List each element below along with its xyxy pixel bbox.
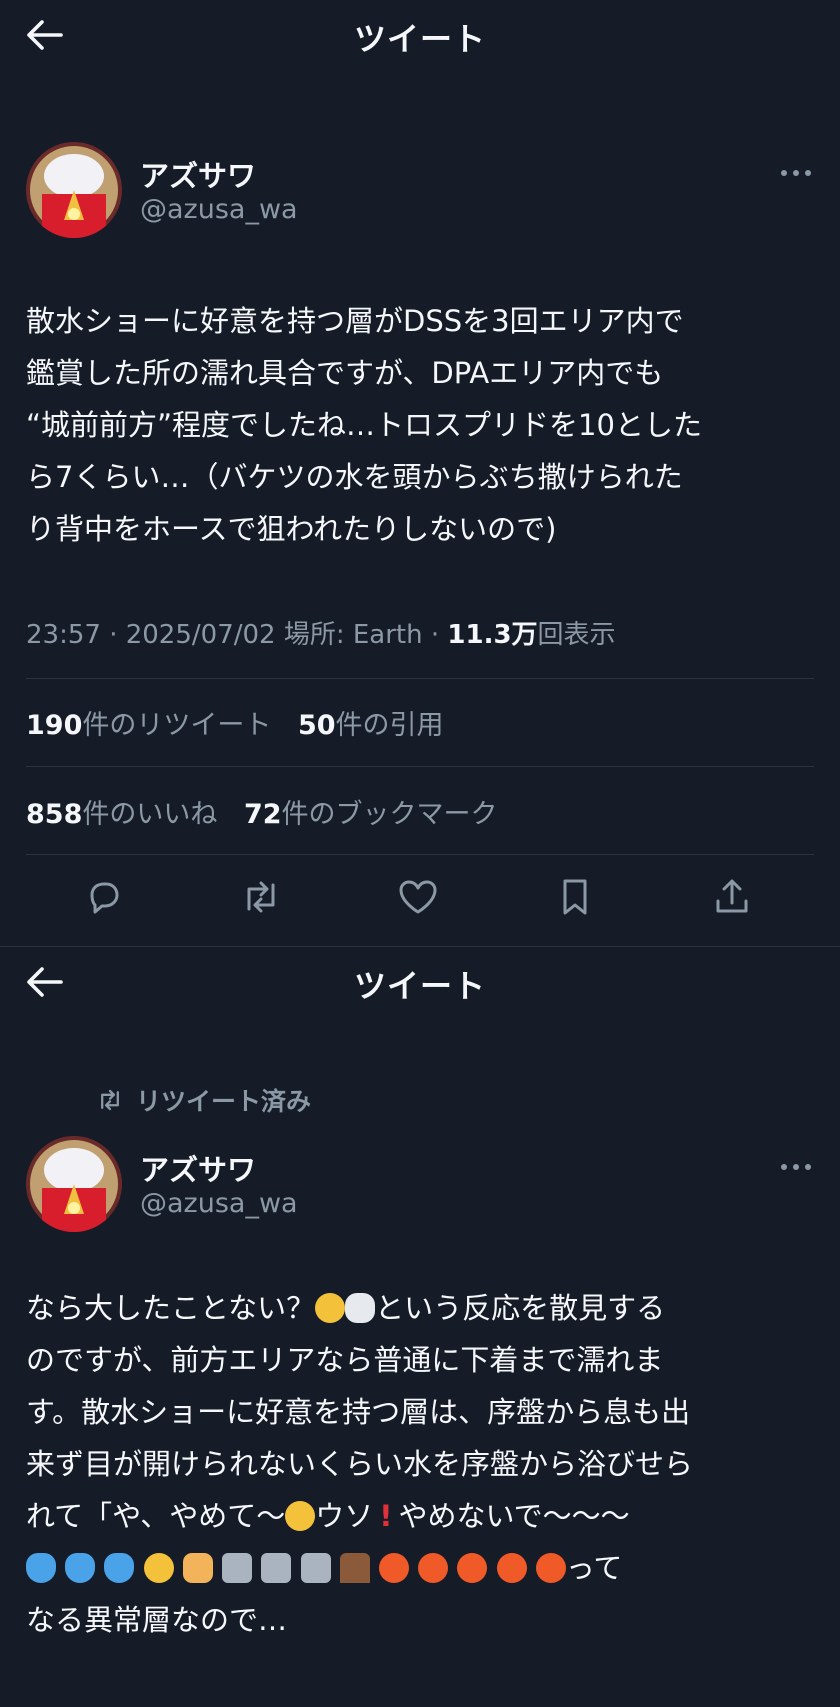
header: ツイート	[0, 947, 840, 1017]
retweet-icon	[247, 881, 275, 913]
author-handle: @azusa_wa	[140, 1188, 298, 1219]
tweet-line: す。散水ショーに好意を持つ層は、序盤から息も出	[26, 1395, 691, 1429]
tweet-line: れて「や、やめて〜 ウソ! やめないで〜〜〜	[26, 1499, 630, 1533]
crying-face-emoji-icon	[143, 1553, 174, 1583]
reply-icon	[90, 882, 119, 914]
red-exclamation-emoji-icon: !	[379, 1499, 393, 1533]
bookmark-button[interactable]	[550, 872, 600, 922]
retweet-button[interactable]	[236, 872, 286, 922]
sweat-droplets-emoji-icon	[65, 1553, 96, 1583]
tweet-detail-panel-1: ツイート アズサワ @azusa_wa 散水ショーに好意を持つ層がDSSを3回エ…	[0, 0, 840, 946]
retweeted-label: リツイート済み	[136, 1087, 312, 1116]
screen: ツイート アズサワ @azusa_wa 散水ショーに好意を持つ層がDSSを3回エ…	[0, 0, 840, 1707]
more-icon	[781, 1164, 811, 1170]
divider	[26, 678, 814, 679]
author-name: アズサワ	[140, 1153, 257, 1187]
tweet-line: のですが、前方エリアなら普通に下着まで濡れま	[26, 1343, 664, 1377]
tired-face-emoji-icon	[285, 1501, 316, 1531]
avatar[interactable]	[26, 142, 122, 238]
tweet-meta: 23:57 · 2025/07/02 場所: Earth · 11.3万回表示	[26, 614, 616, 651]
tweet-text: 散水ショーに好意を持つ層がDSSを3回エリア内で 鑑賞した所の濡れ具合ですが、D…	[26, 304, 702, 546]
more-icon	[781, 170, 811, 176]
stats-row-retweets: 190件のリツイート 50件の引用	[26, 703, 462, 742]
collision-emoji-icon	[535, 1553, 566, 1583]
sweat-droplets-emoji-icon	[104, 1553, 135, 1583]
retweets-stat[interactable]: 190件のリツイート	[26, 703, 271, 742]
like-button[interactable]	[393, 872, 443, 922]
retweet-icon	[101, 1089, 119, 1111]
header: ツイート	[0, 0, 840, 70]
author-handle: @azusa_wa	[140, 194, 298, 225]
bookmark-icon	[563, 879, 587, 915]
tweet-line: 来ず目が開けられないくらい水を序盤から浴びせら	[26, 1447, 694, 1481]
like-icon	[399, 880, 437, 914]
more-button[interactable]	[776, 158, 816, 188]
sweat-droplets-emoji-icon	[26, 1553, 56, 1583]
shower-emoji-icon	[261, 1553, 292, 1583]
page-title: ツイート	[353, 20, 486, 58]
stats-row-likes: 858件のいいね 72件のブックマーク	[26, 792, 516, 831]
likes-stat[interactable]: 858件のいいね	[26, 792, 217, 831]
divider	[26, 854, 814, 855]
tweet-line: なる異常層なので…	[26, 1603, 288, 1637]
bookmarks-stat[interactable]: 72件のブックマーク	[244, 792, 498, 831]
reply-button[interactable]	[79, 872, 129, 922]
timestamp-location: 23:57 · 2025/07/02 場所: Earth ·	[26, 620, 448, 650]
divider	[26, 766, 814, 767]
folded-hands-emoji-icon	[182, 1553, 213, 1583]
share-button[interactable]	[707, 872, 757, 922]
action-bar	[0, 872, 840, 932]
share-icon	[716, 879, 748, 913]
more-button[interactable]	[776, 1152, 816, 1182]
tweet-text: なら大したことない？ という反応を散見する のですが、前方エリアなら普通に下着まで…	[26, 1282, 816, 1646]
tweet-line: なら大したことない？ という反応を散見する	[26, 1291, 666, 1325]
thinking-face-emoji-icon	[315, 1293, 346, 1323]
views-count: 11.3万	[447, 620, 538, 650]
quotes-stat[interactable]: 50件の引用	[298, 703, 444, 742]
speech-bubble-emoji-icon	[345, 1293, 376, 1323]
author-name: アズサワ	[140, 159, 257, 193]
collision-emoji-icon	[378, 1553, 409, 1583]
tweet-line: って	[26, 1542, 816, 1594]
collision-emoji-icon	[457, 1553, 488, 1583]
shower-emoji-icon	[300, 1553, 331, 1583]
page-title: ツイート	[353, 967, 486, 1005]
retweeted-indicator: リツイート済み	[94, 1082, 311, 1118]
volcano-emoji-icon	[339, 1553, 370, 1583]
avatar[interactable]	[26, 1136, 122, 1232]
collision-emoji-icon	[496, 1553, 527, 1583]
views-label: 回表示	[537, 620, 616, 650]
collision-emoji-icon	[418, 1553, 449, 1583]
shower-emoji-icon	[222, 1553, 253, 1583]
